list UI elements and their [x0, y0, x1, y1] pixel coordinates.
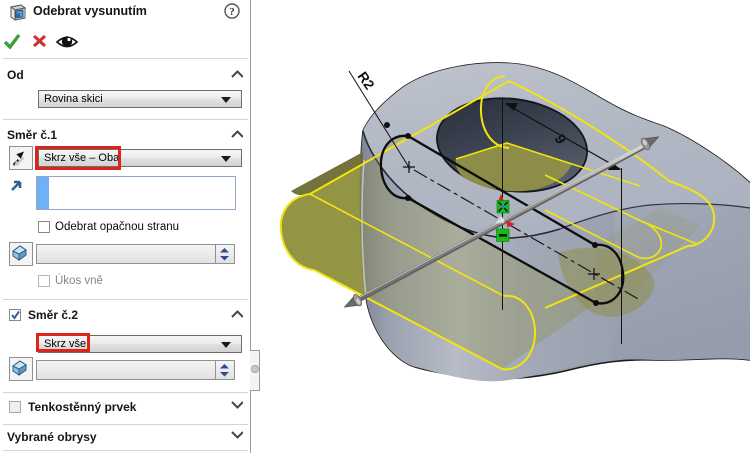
svg-text:?: ? — [229, 6, 235, 18]
svg-text:R2: R2 — [355, 69, 378, 93]
